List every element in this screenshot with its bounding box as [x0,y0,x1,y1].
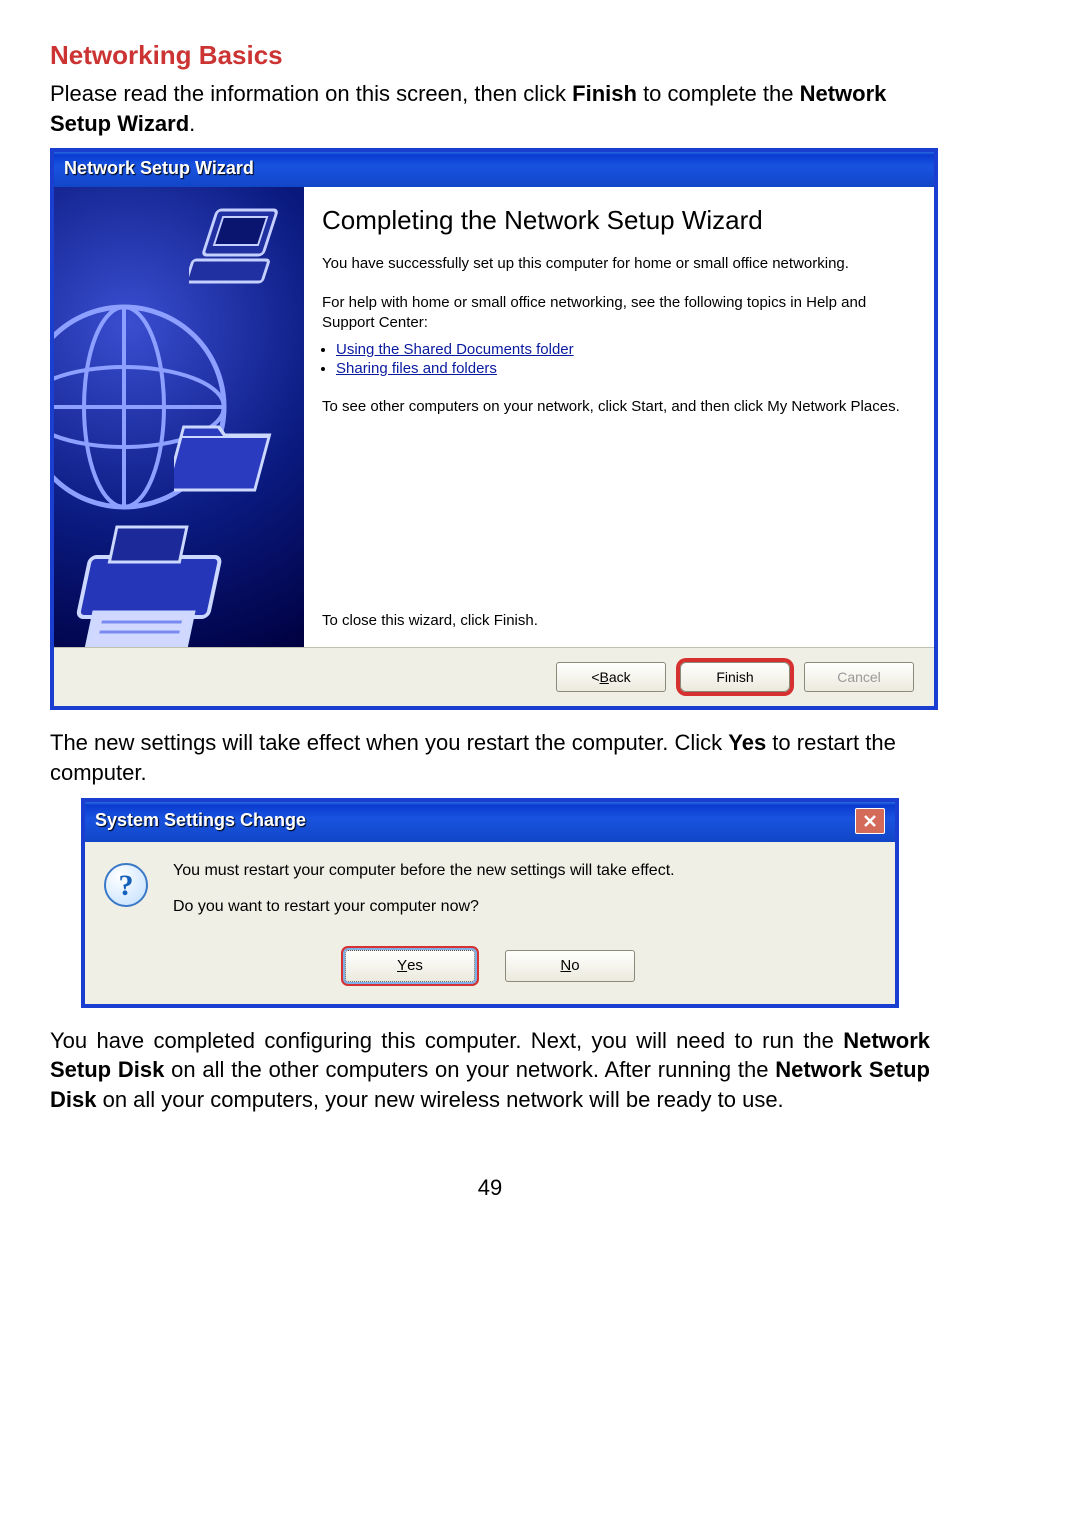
shared-documents-link[interactable]: Using the Shared Documents folder [336,341,574,358]
back-prefix: < [591,669,599,685]
system-settings-change-dialog: System Settings Change ? You must restar… [81,798,899,1008]
wizard-content: Completing the Network Setup Wizard You … [304,187,934,647]
svg-text:?: ? [119,869,134,902]
network-setup-wizard-window: Network Setup Wizard [50,148,938,710]
yes-button[interactable]: Yes [345,950,475,982]
wizard-help-links-list: Using the Shared Documents folder Sharin… [322,341,916,379]
dialog-titlebar[interactable]: System Settings Change [85,802,895,842]
wizard-titlebar[interactable]: Network Setup Wizard [54,152,934,187]
folder-icon [174,407,294,507]
question-icon: ? [103,862,149,908]
intro-text-c: . [189,111,195,136]
finish-button[interactable]: Finish [680,662,790,692]
intro-text-b: to complete the [637,81,800,106]
mid-text-a: The new settings will take effect when y… [50,730,728,755]
dialog-button-bar: Yes No [85,944,895,1004]
cancel-button: Cancel [804,662,914,692]
intro-finish-bold: Finish [572,81,637,106]
end-text-b: on all the other computers on your netwo… [164,1057,775,1082]
dialog-line-2: Do you want to restart your computer now… [173,898,675,916]
mid-yes-bold: Yes [728,730,766,755]
intro-text-a: Please read the information on this scre… [50,81,572,106]
wizard-close-instruction: To close this wizard, click Finish. [322,612,916,629]
wizard-graphic-panel [54,187,304,647]
wizard-title-text: Network Setup Wizard [64,158,254,179]
dialog-body: ? You must restart your computer before … [85,842,895,944]
intro-paragraph: Please read the information on this scre… [50,79,930,138]
yes-rest: es [407,957,423,974]
list-item: Using the Shared Documents folder [336,341,916,358]
sharing-files-link[interactable]: Sharing files and folders [336,360,497,377]
back-key: B [600,669,609,685]
list-item: Sharing files and folders [336,360,916,377]
close-icon[interactable] [855,808,885,834]
end-text-c: on all your computers, your new wireless… [96,1087,783,1112]
wizard-button-bar: < Back Finish Cancel [54,647,934,706]
back-button[interactable]: < Back [556,662,666,692]
wizard-paragraph-2: For help with home or small office netwo… [322,293,916,334]
back-rest: ack [609,669,631,685]
printer-icon [59,517,259,647]
mid-paragraph: The new settings will take effect when y… [50,728,930,787]
no-rest: o [571,957,579,974]
section-title: Networking Basics [50,40,930,71]
end-text-a: You have completed configuring this comp… [50,1028,843,1053]
wizard-paragraph-1: You have successfully set up this comput… [322,254,916,274]
no-button[interactable]: No [505,950,635,982]
computer-icon [189,205,299,295]
wizard-paragraph-3: To see other computers on your network, … [322,397,916,417]
wizard-body: Completing the Network Setup Wizard You … [54,187,934,647]
no-key: N [560,957,571,974]
dialog-text: You must restart your computer before th… [173,862,675,934]
yes-key: Y [397,957,407,974]
dialog-line-1: You must restart your computer before th… [173,862,675,880]
dialog-title-text: System Settings Change [95,810,306,831]
wizard-heading: Completing the Network Setup Wizard [322,205,916,236]
end-paragraph: You have completed configuring this comp… [50,1026,930,1115]
page-number: 49 [50,1175,930,1201]
